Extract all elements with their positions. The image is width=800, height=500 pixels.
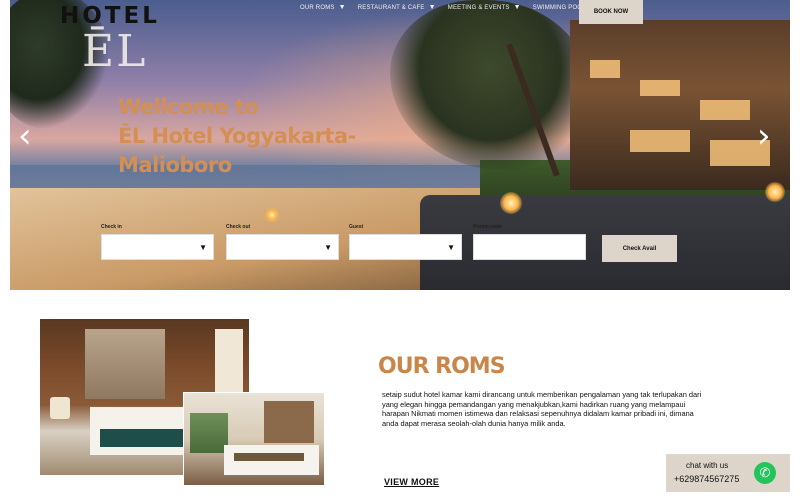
promo-label: Promo code bbox=[473, 224, 502, 230]
bed-runner bbox=[234, 453, 304, 461]
room-window bbox=[190, 413, 228, 453]
rooms-description: setaip sudut hotel kamar kami dirancang … bbox=[382, 390, 702, 428]
guest-label: Guest bbox=[349, 224, 364, 230]
promo-field: Promo code bbox=[473, 224, 586, 260]
welcome-line: Wellcome to bbox=[118, 95, 259, 119]
caret-down-icon: ▼ bbox=[428, 4, 436, 11]
chat-widget[interactable]: chat with us +629874567275 ✆ bbox=[666, 454, 790, 492]
chevron-right-icon[interactable]: › bbox=[757, 116, 777, 156]
logo-el-text[interactable]: ĒL bbox=[82, 26, 147, 77]
building-window bbox=[640, 80, 680, 96]
chat-label: chat with us bbox=[686, 461, 729, 470]
nav-item-label: OUR ROMS bbox=[300, 4, 335, 11]
guest-select[interactable]: ▼ bbox=[349, 234, 462, 260]
nav-item-meeting-events[interactable]: MEETING & EVENTS ▼ bbox=[448, 4, 521, 11]
view-more-link[interactable]: VIEW MORE bbox=[384, 477, 439, 487]
building-window bbox=[700, 100, 750, 120]
room-photo-secondary bbox=[183, 392, 325, 486]
book-now-button[interactable]: BOOK NOW bbox=[579, 0, 643, 24]
nav-item-our-roms[interactable]: OUR ROMS ▼ bbox=[300, 4, 346, 11]
nav-item-label: RESTAURANT & CAFE bbox=[357, 4, 425, 11]
caret-down-icon: ▼ bbox=[199, 243, 207, 252]
check-avail-button[interactable]: Check Avail bbox=[602, 235, 677, 262]
chevron-left-icon[interactable]: ‹ bbox=[18, 116, 38, 156]
check-out-select[interactable]: ▼ bbox=[226, 234, 339, 260]
nav-item-label: MEETING & EVENTS bbox=[447, 4, 510, 11]
welcome-line: ĒL Hotel Yogyakarta- bbox=[118, 124, 356, 148]
welcome-line: Malioboro bbox=[118, 153, 232, 177]
bed bbox=[224, 445, 319, 475]
chat-phone: +629874567275 bbox=[674, 474, 740, 484]
hero-tree bbox=[390, 0, 590, 170]
check-in-select[interactable]: ▼ bbox=[101, 234, 214, 260]
torch-light bbox=[265, 208, 279, 222]
check-in-field: Check in ▼ bbox=[101, 224, 214, 260]
rooms-title: OUR ROMS bbox=[378, 354, 506, 379]
welcome-heading: Wellcome to ĒL Hotel Yogyakarta- Maliobo… bbox=[118, 93, 356, 180]
feature-wall bbox=[264, 401, 314, 443]
check-out-label: Check out bbox=[226, 224, 251, 230]
caret-down-icon: ▼ bbox=[447, 243, 455, 252]
caret-down-icon: ▼ bbox=[513, 4, 521, 11]
caret-down-icon: ▼ bbox=[338, 4, 346, 11]
main-nav: OUR ROMS ▼ RESTAURANT & CAFE ▼ MEETING &… bbox=[300, 4, 609, 11]
check-out-field: Check out ▼ bbox=[226, 224, 339, 260]
nav-item-restaurant-cafe[interactable]: RESTAURANT & CAFE ▼ bbox=[358, 4, 436, 11]
building-window bbox=[630, 130, 690, 152]
lamp bbox=[50, 397, 70, 419]
room-window bbox=[215, 329, 243, 399]
torch-light bbox=[765, 182, 785, 202]
torch-light bbox=[500, 192, 522, 214]
nav-item-label: SWIMMING POOL bbox=[532, 4, 586, 11]
hero-building bbox=[570, 20, 790, 190]
caret-down-icon: ▼ bbox=[324, 243, 332, 252]
guest-field: Guest ▼ bbox=[349, 224, 462, 260]
headboard-panel bbox=[85, 329, 165, 399]
building-window bbox=[590, 60, 620, 78]
check-in-label: Check in bbox=[101, 224, 122, 230]
promo-input[interactable] bbox=[473, 234, 586, 260]
phone-icon[interactable]: ✆ bbox=[754, 462, 776, 484]
